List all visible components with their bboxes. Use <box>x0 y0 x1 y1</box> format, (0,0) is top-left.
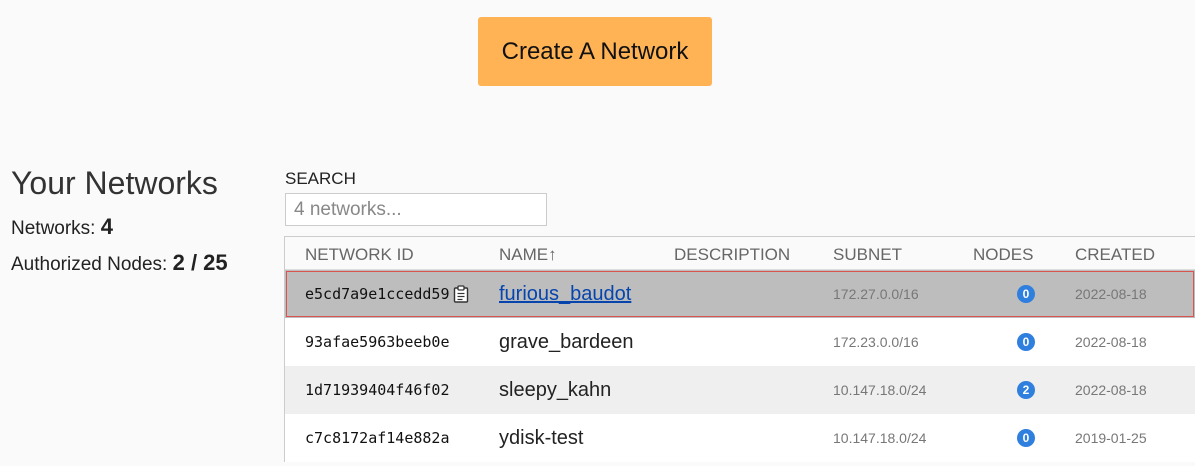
network-name[interactable]: ydisk-test <box>499 414 583 462</box>
search-section: SEARCH <box>285 169 547 226</box>
column-subnet[interactable]: SUBNET <box>833 245 902 265</box>
nodes-count-badge: 0 <box>1017 285 1035 303</box>
network-id-cell: e5cd7a9e1ccedd59 <box>305 270 469 318</box>
authorized-nodes-value: 2 / 25 <box>172 250 228 275</box>
network-subnet: 10.147.18.0/24 <box>833 382 927 398</box>
network-created: 2022-08-18 <box>1075 286 1147 302</box>
column-created[interactable]: CREATED <box>1075 245 1155 265</box>
page-title: Your Networks <box>11 165 218 201</box>
table-row[interactable]: e5cd7a9e1ccedd59 furious_baudot 172.27.0… <box>285 270 1195 318</box>
table-row[interactable]: c7c8172af14e882a ydisk-test 10.147.18.0/… <box>285 414 1195 462</box>
network-id: c7c8172af14e882a <box>305 429 450 447</box>
network-subnet: 172.27.0.0/16 <box>833 286 919 302</box>
network-created: 2022-08-18 <box>1075 334 1147 350</box>
network-id: 93afae5963beeb0e <box>305 333 450 351</box>
network-subnet: 172.23.0.0/16 <box>833 334 919 350</box>
nodes-count-badge: 0 <box>1017 333 1035 351</box>
column-nodes[interactable]: NODES <box>973 245 1033 265</box>
networks-count-value: 4 <box>100 214 113 239</box>
table-row[interactable]: 93afae5963beeb0e grave_bardeen 172.23.0.… <box>285 318 1195 366</box>
column-name[interactable]: NAME↑ <box>499 245 557 265</box>
column-network-id[interactable]: NETWORK ID <box>305 245 414 265</box>
nodes-cell: 0 <box>1017 318 1035 366</box>
search-input[interactable] <box>285 193 547 226</box>
networks-table: NETWORK ID NAME↑ DESCRIPTION SUBNET NODE… <box>284 236 1195 462</box>
networks-count-label: Networks: <box>11 218 96 239</box>
network-created: 2019-01-25 <box>1075 430 1147 446</box>
authorized-nodes-stat: Authorized Nodes: 2 / 25 <box>11 252 228 276</box>
network-id: 1d71939404f46f02 <box>305 381 450 399</box>
network-subnet: 10.147.18.0/24 <box>833 430 927 446</box>
networks-summary: Your Networks Networks: 4 Authorized Nod… <box>11 164 228 276</box>
table-header: NETWORK ID NAME↑ DESCRIPTION SUBNET NODE… <box>285 237 1195 270</box>
network-created: 2022-08-18 <box>1075 382 1147 398</box>
nodes-cell: 2 <box>1017 366 1035 414</box>
nodes-count-badge: 0 <box>1017 429 1035 447</box>
nodes-cell: 0 <box>1017 270 1035 318</box>
clipboard-icon[interactable] <box>453 285 469 303</box>
network-name[interactable]: sleepy_kahn <box>499 366 611 414</box>
network-name[interactable]: grave_bardeen <box>499 318 634 366</box>
network-id: e5cd7a9e1ccedd59 <box>305 285 450 303</box>
table-row[interactable]: 1d71939404f46f02 sleepy_kahn 10.147.18.0… <box>285 366 1195 414</box>
authorized-nodes-label: Authorized Nodes: <box>11 254 168 275</box>
create-network-button[interactable]: Create A Network <box>478 17 712 86</box>
column-description[interactable]: DESCRIPTION <box>674 245 790 265</box>
nodes-cell: 0 <box>1017 414 1035 462</box>
network-name-link[interactable]: furious_baudot <box>499 270 631 318</box>
search-label: SEARCH <box>285 169 356 188</box>
nodes-count-badge: 2 <box>1017 381 1035 399</box>
networks-count-stat: Networks: 4 <box>11 216 228 240</box>
